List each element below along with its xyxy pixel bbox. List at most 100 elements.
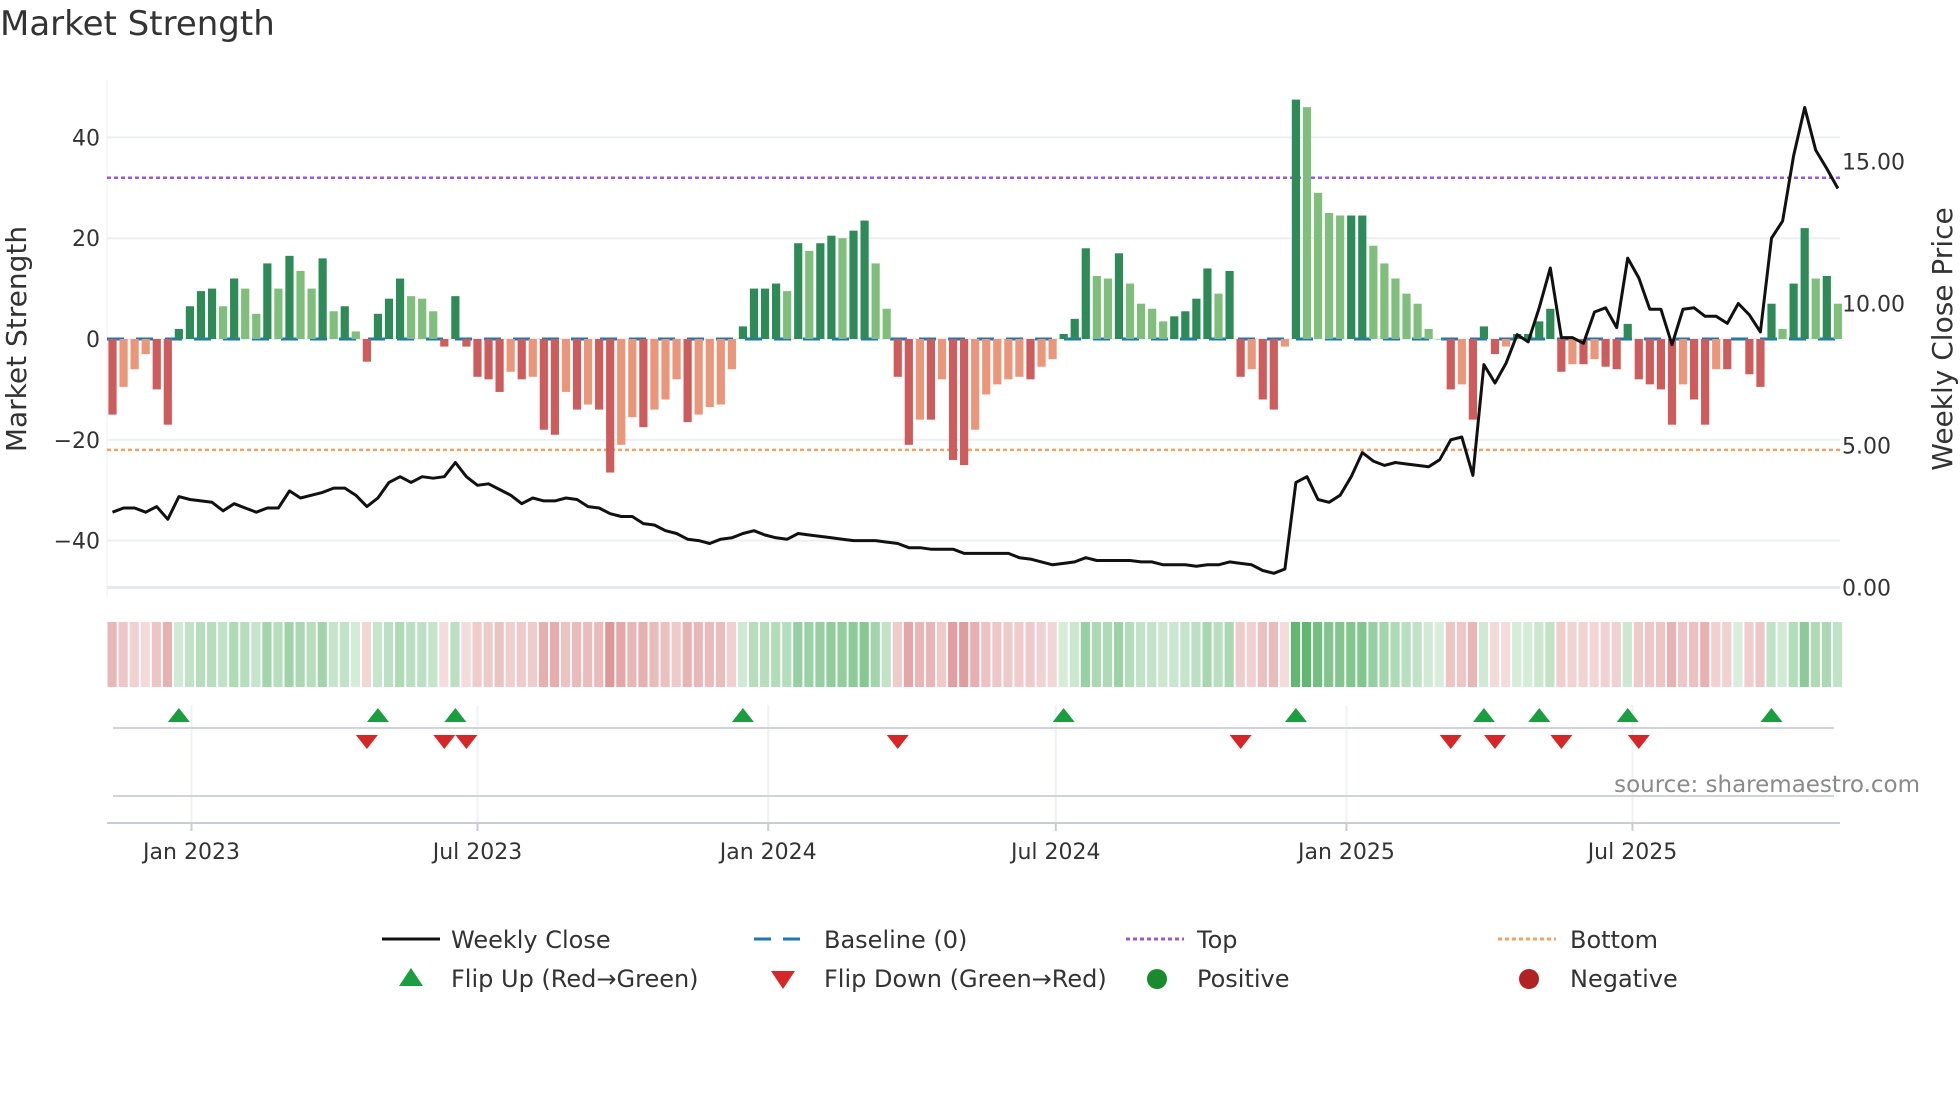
strength-bar xyxy=(418,298,427,339)
strength-bar xyxy=(230,278,239,339)
strip-cell xyxy=(1821,622,1831,687)
strength-bar xyxy=(1645,339,1654,385)
strip-cell xyxy=(1080,622,1090,687)
strip-cell xyxy=(892,622,902,687)
strength-bar xyxy=(1800,228,1809,339)
strip-cell xyxy=(505,622,515,687)
strength-bar xyxy=(1712,339,1721,370)
strip-cell xyxy=(948,622,958,687)
strip-cell xyxy=(1788,622,1798,687)
strip-cell xyxy=(1478,622,1489,687)
strength-bar xyxy=(1059,333,1068,339)
strip-cell xyxy=(1202,622,1212,687)
strip-cell xyxy=(1180,622,1190,687)
legend-bottom: Bottom xyxy=(1570,926,1658,954)
legend-flip-down: Flip Down (Green→Red) xyxy=(824,965,1107,993)
strip-cell xyxy=(1169,622,1179,687)
strength-bar xyxy=(163,339,172,425)
strip-cell xyxy=(682,622,692,687)
strip-cell xyxy=(638,622,648,687)
strength-bar xyxy=(1280,339,1289,347)
strength-bar xyxy=(772,283,781,339)
strength-bar xyxy=(395,278,405,339)
strength-bar xyxy=(1048,339,1057,360)
strength-bar xyxy=(1203,268,1212,339)
strength-bar xyxy=(1336,215,1345,339)
x-tick-label: Jan 2024 xyxy=(718,840,817,865)
flip-up-marker xyxy=(1472,708,1495,722)
strip-cell xyxy=(881,622,891,687)
strength-bar xyxy=(1026,339,1035,380)
flip-up-marker xyxy=(167,708,190,722)
strip-cell xyxy=(804,622,814,687)
strength-bar xyxy=(639,339,648,428)
flip-up-marker xyxy=(444,708,467,722)
strip-cell xyxy=(1700,622,1710,687)
flip-down-marker xyxy=(433,735,456,749)
strength-bar xyxy=(1678,339,1688,385)
y-axis-ticks: 40 20 0 −20 −40 xyxy=(54,126,100,554)
strength-bar xyxy=(1114,253,1124,339)
strip-cell xyxy=(328,622,338,687)
strip-cell xyxy=(859,622,869,687)
strength-bar xyxy=(1302,107,1312,339)
strength-bar xyxy=(1214,293,1223,339)
strip-cell xyxy=(140,622,150,687)
strip-cell xyxy=(372,622,383,687)
strip-cell xyxy=(1401,622,1411,687)
strip-cell xyxy=(1069,622,1079,687)
x-tick-label: Jan 2025 xyxy=(1296,840,1395,865)
strip-cell xyxy=(151,622,161,687)
strip-cell xyxy=(295,622,305,687)
strip-cell xyxy=(1191,622,1201,687)
strength-bar xyxy=(760,288,770,339)
strength-bar xyxy=(539,339,548,430)
strip-cell xyxy=(516,622,526,687)
strength-bar xyxy=(1446,339,1455,390)
strip-cell xyxy=(1611,622,1621,687)
strength-bar xyxy=(893,339,902,377)
strip-cell xyxy=(903,622,914,687)
strip-cell xyxy=(361,622,372,687)
strip-cell xyxy=(1633,622,1643,687)
strength-bar xyxy=(1037,339,1046,367)
strength-bar xyxy=(108,339,117,415)
strip-cell xyxy=(704,622,714,687)
strength-bar xyxy=(926,339,936,420)
strip-cell xyxy=(1644,622,1655,687)
y-tick-label: 0 xyxy=(86,328,100,353)
strip-cell xyxy=(583,622,593,687)
x-axis-ticks: Jan 2023 Jul 2023 Jan 2024 Jul 2024 Jan 2025… xyxy=(107,822,1840,865)
strip-cell xyxy=(1589,622,1599,687)
legend-top: Top xyxy=(1196,926,1238,954)
strip-cell xyxy=(914,622,925,687)
strip-cell xyxy=(1766,622,1776,687)
strength-bar xyxy=(1170,316,1179,339)
strength-bar xyxy=(241,288,250,339)
strength-bar xyxy=(628,339,637,418)
strength-bar xyxy=(528,339,537,377)
strength-bar xyxy=(196,291,206,339)
legend-positive-icon xyxy=(1147,969,1167,989)
x-tick-label: Jul 2025 xyxy=(1586,840,1678,865)
strip-cell xyxy=(1136,622,1146,687)
strength-bar xyxy=(1479,326,1489,339)
strength-bar xyxy=(1468,339,1477,420)
strip-cell xyxy=(1523,622,1533,687)
strip-cell xyxy=(1290,622,1301,687)
strip-cell xyxy=(395,622,405,687)
strip-cell xyxy=(284,622,294,687)
strip-cell xyxy=(350,622,361,687)
strip-cell xyxy=(937,622,947,687)
strip-cell xyxy=(1379,622,1389,687)
strength-bar xyxy=(174,328,183,339)
strip-cell xyxy=(1390,622,1400,687)
strength-bar xyxy=(1325,213,1334,339)
strip-cell xyxy=(195,622,206,687)
strip-cell xyxy=(439,622,449,687)
strip-cell xyxy=(207,622,217,687)
strength-bar xyxy=(1778,328,1787,339)
strength-bar xyxy=(384,298,394,339)
x-tick-label: Jul 2024 xyxy=(1009,840,1101,865)
strength-bar xyxy=(429,311,438,339)
